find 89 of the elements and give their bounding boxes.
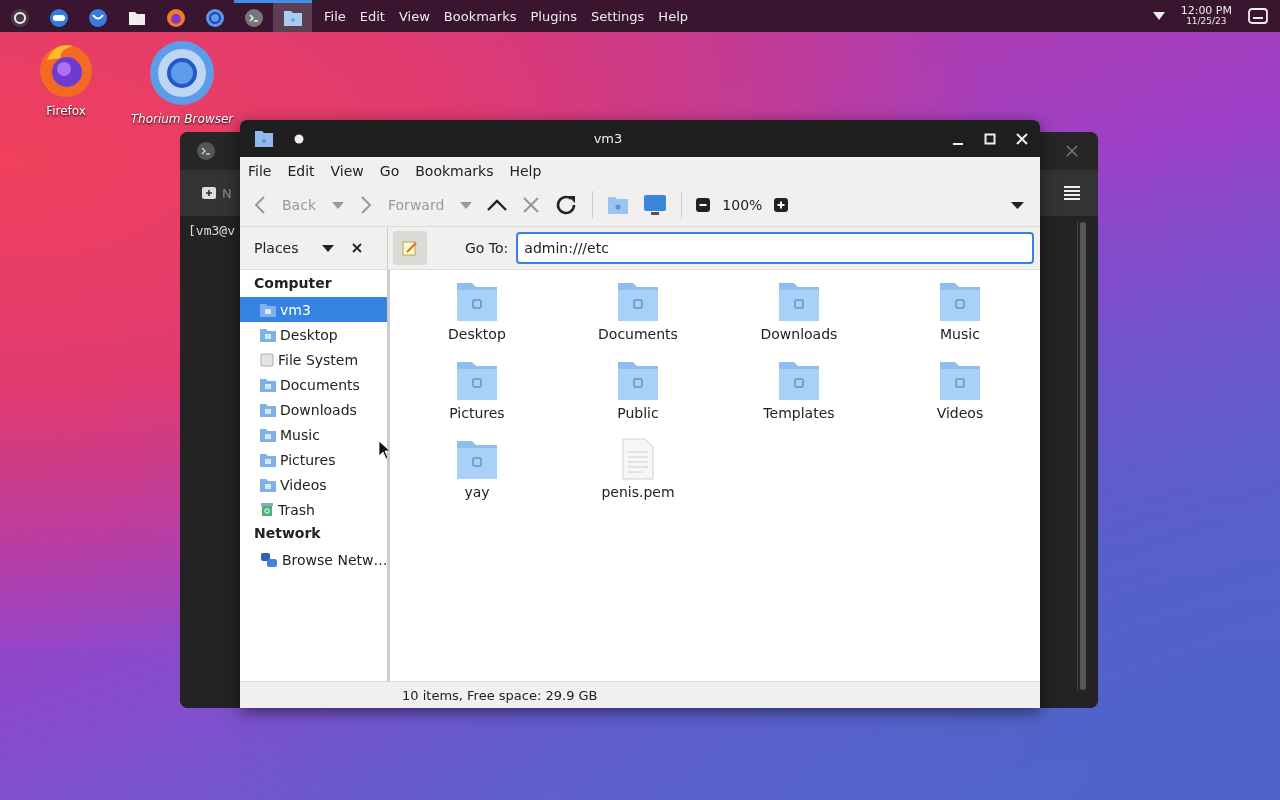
menu-item[interactable]: Bookmarks xyxy=(415,162,494,179)
folder-entry[interactable]: Music xyxy=(904,280,1015,359)
sidebar-item[interactable]: Videos xyxy=(240,472,388,497)
clock-time: 12:00 PM xyxy=(1180,6,1232,16)
folder-entry[interactable]: Templates xyxy=(743,359,854,438)
folder-icon xyxy=(254,129,274,148)
sidebar-item[interactable]: Music xyxy=(240,422,388,447)
desktop-icon-label[interactable]: Firefox xyxy=(46,104,86,118)
folder-icon xyxy=(260,377,276,392)
document-entry[interactable]: penis.pem xyxy=(582,438,693,517)
status-text: 10 items, Free space: 29.9 GB xyxy=(402,687,598,703)
home-folder-icon[interactable] xyxy=(607,195,630,215)
panel-menu-item[interactable]: File xyxy=(324,8,346,24)
dropdown-arrow-icon[interactable] xyxy=(322,244,334,252)
sidebar-item[interactable]: Documents xyxy=(240,372,388,397)
trash-icon xyxy=(260,502,274,517)
folder-icon[interactable] xyxy=(127,9,146,26)
folder-entry[interactable]: Documents xyxy=(582,280,693,359)
dropdown-arrow-icon[interactable] xyxy=(1152,12,1165,20)
dropdown-arrow-icon[interactable] xyxy=(1011,201,1024,209)
sidebar-item[interactable]: Trash xyxy=(240,497,388,522)
panel-menu-item[interactable]: Bookmarks xyxy=(443,8,517,24)
new-tab-icon xyxy=(202,187,216,199)
menu-icon[interactable] xyxy=(1064,186,1080,200)
network-icon xyxy=(260,551,278,568)
folder-entry[interactable]: yay xyxy=(421,438,532,517)
folder-icon xyxy=(938,359,981,401)
show-desktop-icon[interactable] xyxy=(1248,8,1268,24)
window-title: vm3 xyxy=(592,131,624,146)
drive-icon xyxy=(260,352,274,367)
menu-item[interactable]: View xyxy=(330,162,364,179)
terminal-prompt: [vm3@v xyxy=(188,223,235,238)
folder-icon xyxy=(455,359,498,401)
folder-entry[interactable]: Desktop xyxy=(421,280,532,359)
sidebar-item[interactable]: vm3 xyxy=(240,297,388,322)
zoom-level: 100% xyxy=(722,197,763,213)
location-field[interactable]: admin:///etc xyxy=(516,232,1034,264)
sidebar-item[interactable]: File System xyxy=(240,347,388,372)
up-icon[interactable] xyxy=(486,198,509,212)
folder-icon xyxy=(616,280,659,322)
panel-menu-item[interactable]: Help xyxy=(658,8,688,24)
panel-menu-item[interactable]: Settings xyxy=(591,8,645,24)
folder-icon xyxy=(777,359,820,401)
launcher-icon[interactable] xyxy=(9,7,30,28)
menu-item[interactable]: File xyxy=(248,162,272,179)
sidebar-heading: Computer xyxy=(253,274,333,293)
edit-location-button[interactable] xyxy=(393,231,427,265)
sidebar-heading: Network xyxy=(253,524,322,543)
folder-entry[interactable]: Pictures xyxy=(421,359,532,438)
zoom-out-icon[interactable] xyxy=(696,198,711,212)
folder-icon xyxy=(260,452,276,467)
zoom-in-icon[interactable] xyxy=(774,198,789,212)
places-label[interactable]: Places xyxy=(254,240,322,256)
menu-item[interactable]: Help xyxy=(509,162,542,179)
folder-icon xyxy=(938,280,981,322)
folder-icon xyxy=(455,280,498,322)
terminal-icon xyxy=(196,141,216,161)
folder-icon xyxy=(260,402,276,417)
terminal-tab[interactable]: N xyxy=(202,185,232,201)
panel-menu-item[interactable]: View xyxy=(398,8,430,24)
clock-date: 11/25/23 xyxy=(1186,16,1227,26)
document-icon xyxy=(620,438,655,480)
firefox-icon[interactable] xyxy=(165,7,186,28)
close-icon[interactable] xyxy=(352,243,362,253)
folder-icon xyxy=(260,302,276,317)
folder-entry[interactable]: Downloads xyxy=(743,280,854,359)
panel-menu-item[interactable]: Edit xyxy=(359,8,385,24)
folder-entry[interactable]: Public xyxy=(582,359,693,438)
computer-icon[interactable] xyxy=(643,194,668,216)
sidebar-item[interactable]: Browse Netw… xyxy=(240,547,388,572)
panel-menu-item[interactable]: Plugins xyxy=(530,8,578,24)
menu-item[interactable]: Edit xyxy=(287,162,315,179)
folder-icon xyxy=(260,477,276,492)
go-to-label: Go To: xyxy=(465,240,509,256)
folder-icon xyxy=(616,359,659,401)
folder-icon xyxy=(777,280,820,322)
sticky-dot-icon[interactable] xyxy=(294,133,304,144)
folder-icon xyxy=(260,427,276,442)
folder-icon xyxy=(260,327,276,342)
terminal-icon[interactable] xyxy=(243,7,264,28)
sidebar-item[interactable]: Downloads xyxy=(240,397,388,422)
menu-item[interactable]: Go xyxy=(379,162,400,179)
folder-icon xyxy=(455,438,498,480)
desktop-icon-label[interactable]: Thorium Browser xyxy=(130,112,234,126)
folder-entry[interactable]: Videos xyxy=(904,359,1015,438)
sidebar-item[interactable]: Desktop xyxy=(240,322,388,347)
pencil-note-icon xyxy=(402,240,418,256)
maximize-icon[interactable] xyxy=(984,132,996,145)
scrollbar[interactable] xyxy=(1077,222,1088,690)
